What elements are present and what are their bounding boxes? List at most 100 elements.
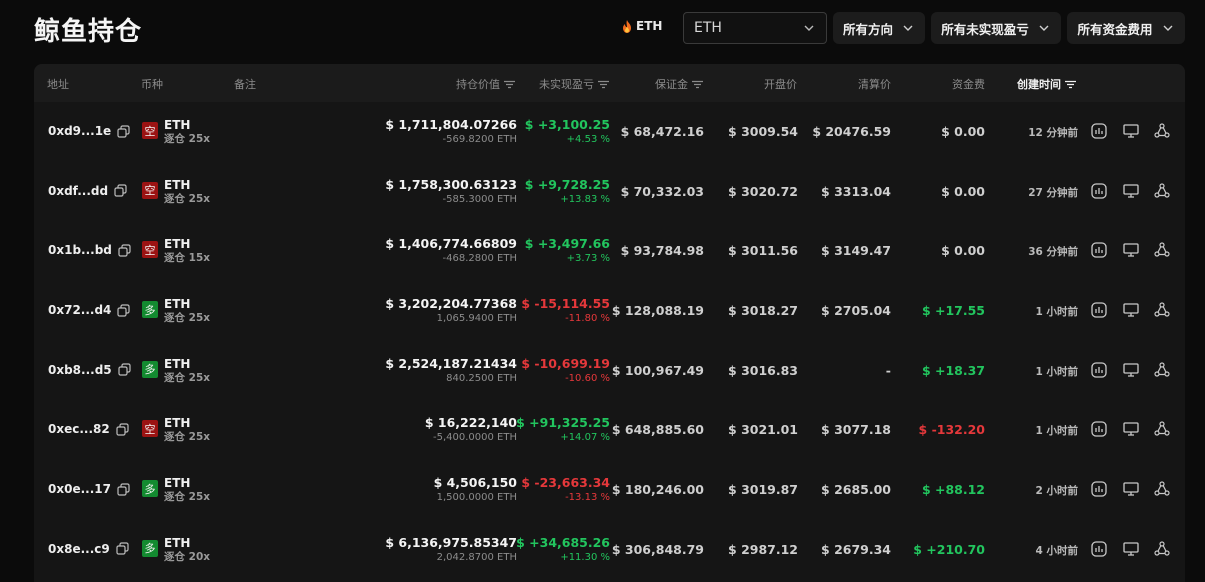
value-cell: $ 1,406,774.66809 -468.2800 ETH [385,236,517,266]
monitor-icon[interactable] [1122,361,1140,379]
margin-value: $ 100,967.49 [611,362,704,378]
chart-icon[interactable] [1090,540,1108,558]
share-icon[interactable] [1153,480,1171,498]
column-value[interactable]: 持仓价值 [456,76,515,92]
monitor-icon[interactable] [1122,301,1140,319]
table-row[interactable]: 0xdf...dd 空 ETH 逐仓 25x $ 1,758,300.63123… [34,162,1185,222]
chart-icon[interactable] [1090,241,1108,259]
monitor-icon[interactable] [1122,540,1140,558]
share-icon[interactable] [1153,241,1171,259]
share-icon[interactable] [1153,301,1171,319]
monitor-icon[interactable] [1122,420,1140,438]
direction-filter[interactable]: 所有方向 [833,12,925,44]
copy-icon[interactable] [117,483,130,496]
position-size: -468.2800 ETH [442,253,517,265]
chevron-down-icon [1163,25,1172,31]
coin-select[interactable]: ETH [683,12,827,44]
monitor-icon[interactable] [1122,480,1140,498]
share-icon[interactable] [1153,361,1171,379]
pnl-filter[interactable]: 所有未实现盈亏 [931,12,1061,44]
leverage-text: 逐仓 15x [164,252,211,265]
address-cell[interactable]: 0xd9...1e [48,124,130,138]
pnl-value: $ +3,100.25 [524,117,610,132]
pnl-value: $ +34,685.26 [516,534,610,550]
pnl-value: $ -23,663.34 [521,475,610,491]
chart-icon[interactable] [1090,480,1108,498]
copy-icon[interactable] [118,244,131,257]
chart-icon[interactable] [1090,361,1108,379]
side-badge: 空 [142,241,158,259]
address-cell[interactable]: 0x72...d4 [48,303,131,317]
entry-price: $ 3016.83 [728,362,798,378]
pnl-cell: $ +34,685.26 +11.30 % [516,535,610,565]
pnl-filter-label: 所有未实现盈亏 [941,21,1029,37]
monitor-icon[interactable] [1122,122,1140,140]
copy-icon[interactable] [117,124,130,138]
table-row[interactable]: 0x1b...bd 空 ETH 逐仓 15x $ 1,406,774.66809… [34,221,1185,281]
sort-icon [504,80,515,88]
chart-icon[interactable] [1090,182,1108,200]
table-row[interactable]: 0x0e...17 多 ETH 逐仓 25x $ 4,506,150 1,500… [34,460,1185,520]
created-time: 1 小时前 [1035,365,1078,378]
address-cell[interactable]: 0x8e...c9 [48,542,129,556]
table-row[interactable]: 0x8e...c9 多 ETH 逐仓 20x $ 6,136,975.85347… [34,520,1185,580]
copy-icon[interactable] [116,542,129,555]
address-cell[interactable]: 0x1b...bd [48,243,131,257]
pnl-percent: +4.53 % [566,134,610,145]
address-text: 0xdf...dd [48,183,109,198]
column-pnl[interactable]: 未实现盈亏 [539,76,609,92]
flame-icon [623,19,631,33]
table-row[interactable]: 0xb8...d5 多 ETH 逐仓 25x $ 2,524,187.21434… [34,341,1185,401]
table-row[interactable]: 0xd9...1e 空 ETH 逐仓 25x $ 1,711,804.07266… [34,102,1185,162]
side-badge: 空 [142,122,158,139]
share-icon[interactable] [1153,182,1171,200]
position-size: -5,400.0000 ETH [433,432,517,444]
sort-icon [692,80,703,88]
address-cell[interactable]: 0xdf...dd [48,184,127,198]
position-value: $ 2,524,187.21434 [385,355,517,371]
copy-icon[interactable] [114,184,127,197]
chevron-down-icon [1039,25,1049,31]
margin-value: $ 306,848.79 [611,541,704,557]
copy-icon[interactable] [118,363,131,376]
address-text: 0x8e...c9 [48,541,110,556]
chart-icon[interactable] [1090,420,1108,438]
copy-icon[interactable] [116,423,129,436]
pnl-cell: $ +3,497.66 +3.73 % [525,236,610,266]
table-row[interactable]: 0xec...82 空 ETH 逐仓 25x $ 16,222,140 -5,4… [34,400,1185,460]
share-icon[interactable] [1153,122,1171,140]
position-size: 1,500.0000 ETH [436,492,517,504]
funding-value: $ 0.00 [941,183,985,199]
pnl-value: $ -10,699.19 [521,355,610,371]
pnl-value: $ +9,728.25 [524,176,610,192]
address-cell[interactable]: 0xec...82 [48,422,129,436]
entry-price: $ 3009.54 [728,124,798,139]
side-badge: 多 [142,480,158,498]
monitor-icon[interactable] [1122,182,1140,200]
funding-filter[interactable]: 所有资金费用 [1067,12,1185,44]
position-value: $ 6,136,975.85347 [385,534,517,550]
copy-icon[interactable] [117,303,131,317]
address-text: 0xec...82 [48,422,110,437]
column-created[interactable]: 创建时间 [1017,76,1076,92]
hot-coin-tag[interactable]: ETH [622,19,662,33]
chart-icon[interactable] [1090,122,1108,140]
value-cell: $ 16,222,140 -5,400.0000 ETH [425,415,517,445]
pnl-percent: -11.80 % [565,313,610,325]
address-cell[interactable]: 0xb8...d5 [48,363,131,377]
value-cell: $ 1,711,804.07266 -569.8200 ETH [385,117,517,147]
chart-icon[interactable] [1090,301,1108,319]
monitor-icon[interactable] [1122,241,1140,259]
positions-table: 地址 币种 备注 持仓价值 未实现盈亏 保证金 开盘价 清算价 资金费 创建时间… [34,64,1185,582]
share-icon[interactable] [1153,420,1171,438]
address-text: 0xd9...1e [48,124,112,138]
column-margin[interactable]: 保证金 [655,76,703,92]
funding-value: $ +17.55 [921,303,985,319]
share-icon[interactable] [1153,540,1171,558]
leverage-text: 逐仓 25x [164,312,211,325]
created-time: 2 小时前 [1035,485,1078,498]
sort-icon [1065,80,1076,88]
address-cell[interactable]: 0x0e...17 [48,482,130,496]
coin-name: ETH [164,476,191,491]
table-row[interactable]: 0x72...d4 多 ETH 逐仓 25x $ 3,202,204.77368… [34,281,1185,341]
